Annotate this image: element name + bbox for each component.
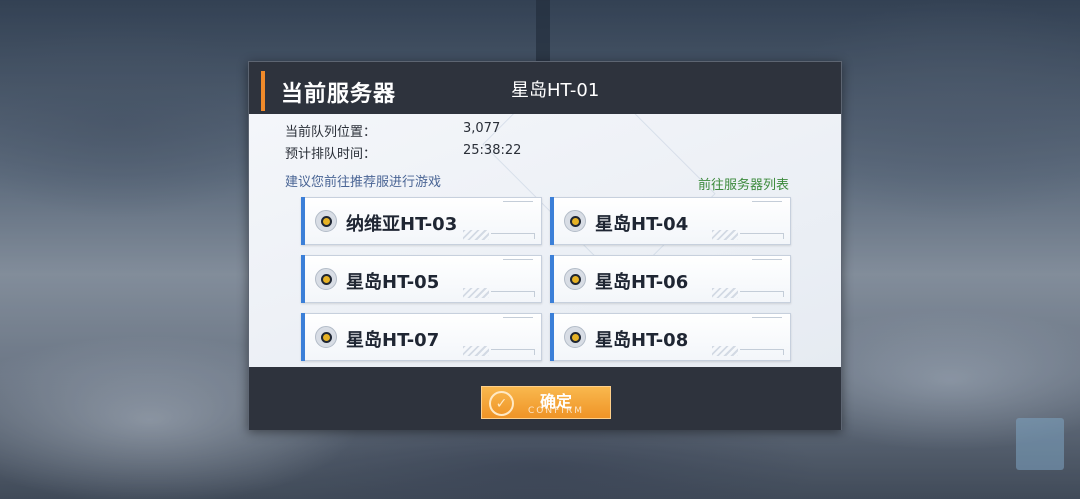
card-stripe xyxy=(712,288,738,298)
server-card[interactable]: 星岛HT-08 xyxy=(550,313,791,361)
server-status-icon xyxy=(315,210,337,232)
card-decoration xyxy=(491,349,535,355)
server-name: 星岛HT-05 xyxy=(346,272,440,293)
server-list-link[interactable]: 前往服务器列表 xyxy=(698,174,789,193)
server-name: 星岛HT-06 xyxy=(595,272,689,293)
server-card[interactable]: 星岛HT-04 xyxy=(550,197,791,245)
server-card[interactable]: 纳维亚HT-03 xyxy=(301,197,542,245)
card-stripe xyxy=(712,346,738,356)
card-stripe xyxy=(463,288,489,298)
server-name: 星岛HT-08 xyxy=(595,330,689,351)
server-name: 星岛HT-04 xyxy=(595,214,689,235)
server-name: 纳维亚HT-03 xyxy=(346,214,458,235)
dialog-footer: ✓ 确定 CONFIRM xyxy=(249,367,841,430)
server-card[interactable]: 星岛HT-07 xyxy=(301,313,542,361)
queue-dialog: 当前服务器 星岛HT-01 当前队列位置： 3,077 预计排队时间： 25:3… xyxy=(248,61,842,430)
server-status-icon xyxy=(564,326,586,348)
current-server-name: 星岛HT-01 xyxy=(511,80,600,101)
server-card[interactable]: 星岛HT-06 xyxy=(550,255,791,303)
server-name: 星岛HT-07 xyxy=(346,330,440,351)
card-decoration xyxy=(491,291,535,297)
queue-position-value: 3,077 xyxy=(463,121,501,136)
dialog-title: 当前服务器 xyxy=(281,82,397,107)
card-decoration xyxy=(491,233,535,239)
server-card-accent xyxy=(550,255,554,303)
card-stripe xyxy=(463,230,489,240)
server-card[interactable]: 星岛HT-05 xyxy=(301,255,542,303)
server-card-accent xyxy=(301,197,305,245)
recommend-hint: 建议您前往推荐服进行游戏 xyxy=(285,175,442,190)
card-decoration xyxy=(740,349,784,355)
eta-label: 预计排队时间： xyxy=(285,147,377,162)
card-decoration xyxy=(740,291,784,297)
header-accent-bar xyxy=(261,71,265,111)
server-status-icon xyxy=(564,268,586,290)
card-decoration xyxy=(752,317,782,320)
server-card-accent xyxy=(301,255,305,303)
card-decoration xyxy=(752,259,782,262)
dialog-body: 当前队列位置： 3,077 预计排队时间： 25:38:22 建议您前往推荐服进… xyxy=(249,114,841,367)
server-card-accent xyxy=(550,313,554,361)
card-decoration xyxy=(503,259,533,262)
eta-value: 25:38:22 xyxy=(463,143,522,158)
queue-position-label: 当前队列位置： xyxy=(285,125,377,140)
server-status-icon xyxy=(315,268,337,290)
confirm-sublabel: CONFIRM xyxy=(528,406,584,416)
server-status-icon xyxy=(315,326,337,348)
server-card-accent xyxy=(301,313,305,361)
card-decoration xyxy=(503,317,533,320)
server-status-icon xyxy=(564,210,586,232)
card-stripe xyxy=(712,230,738,240)
card-decoration xyxy=(740,233,784,239)
card-stripe xyxy=(463,346,489,356)
card-decoration xyxy=(503,201,533,204)
confirm-button[interactable]: ✓ 确定 CONFIRM xyxy=(481,386,611,419)
card-decoration xyxy=(752,201,782,204)
dialog-header: 当前服务器 星岛HT-01 xyxy=(249,62,841,114)
server-card-accent xyxy=(550,197,554,245)
